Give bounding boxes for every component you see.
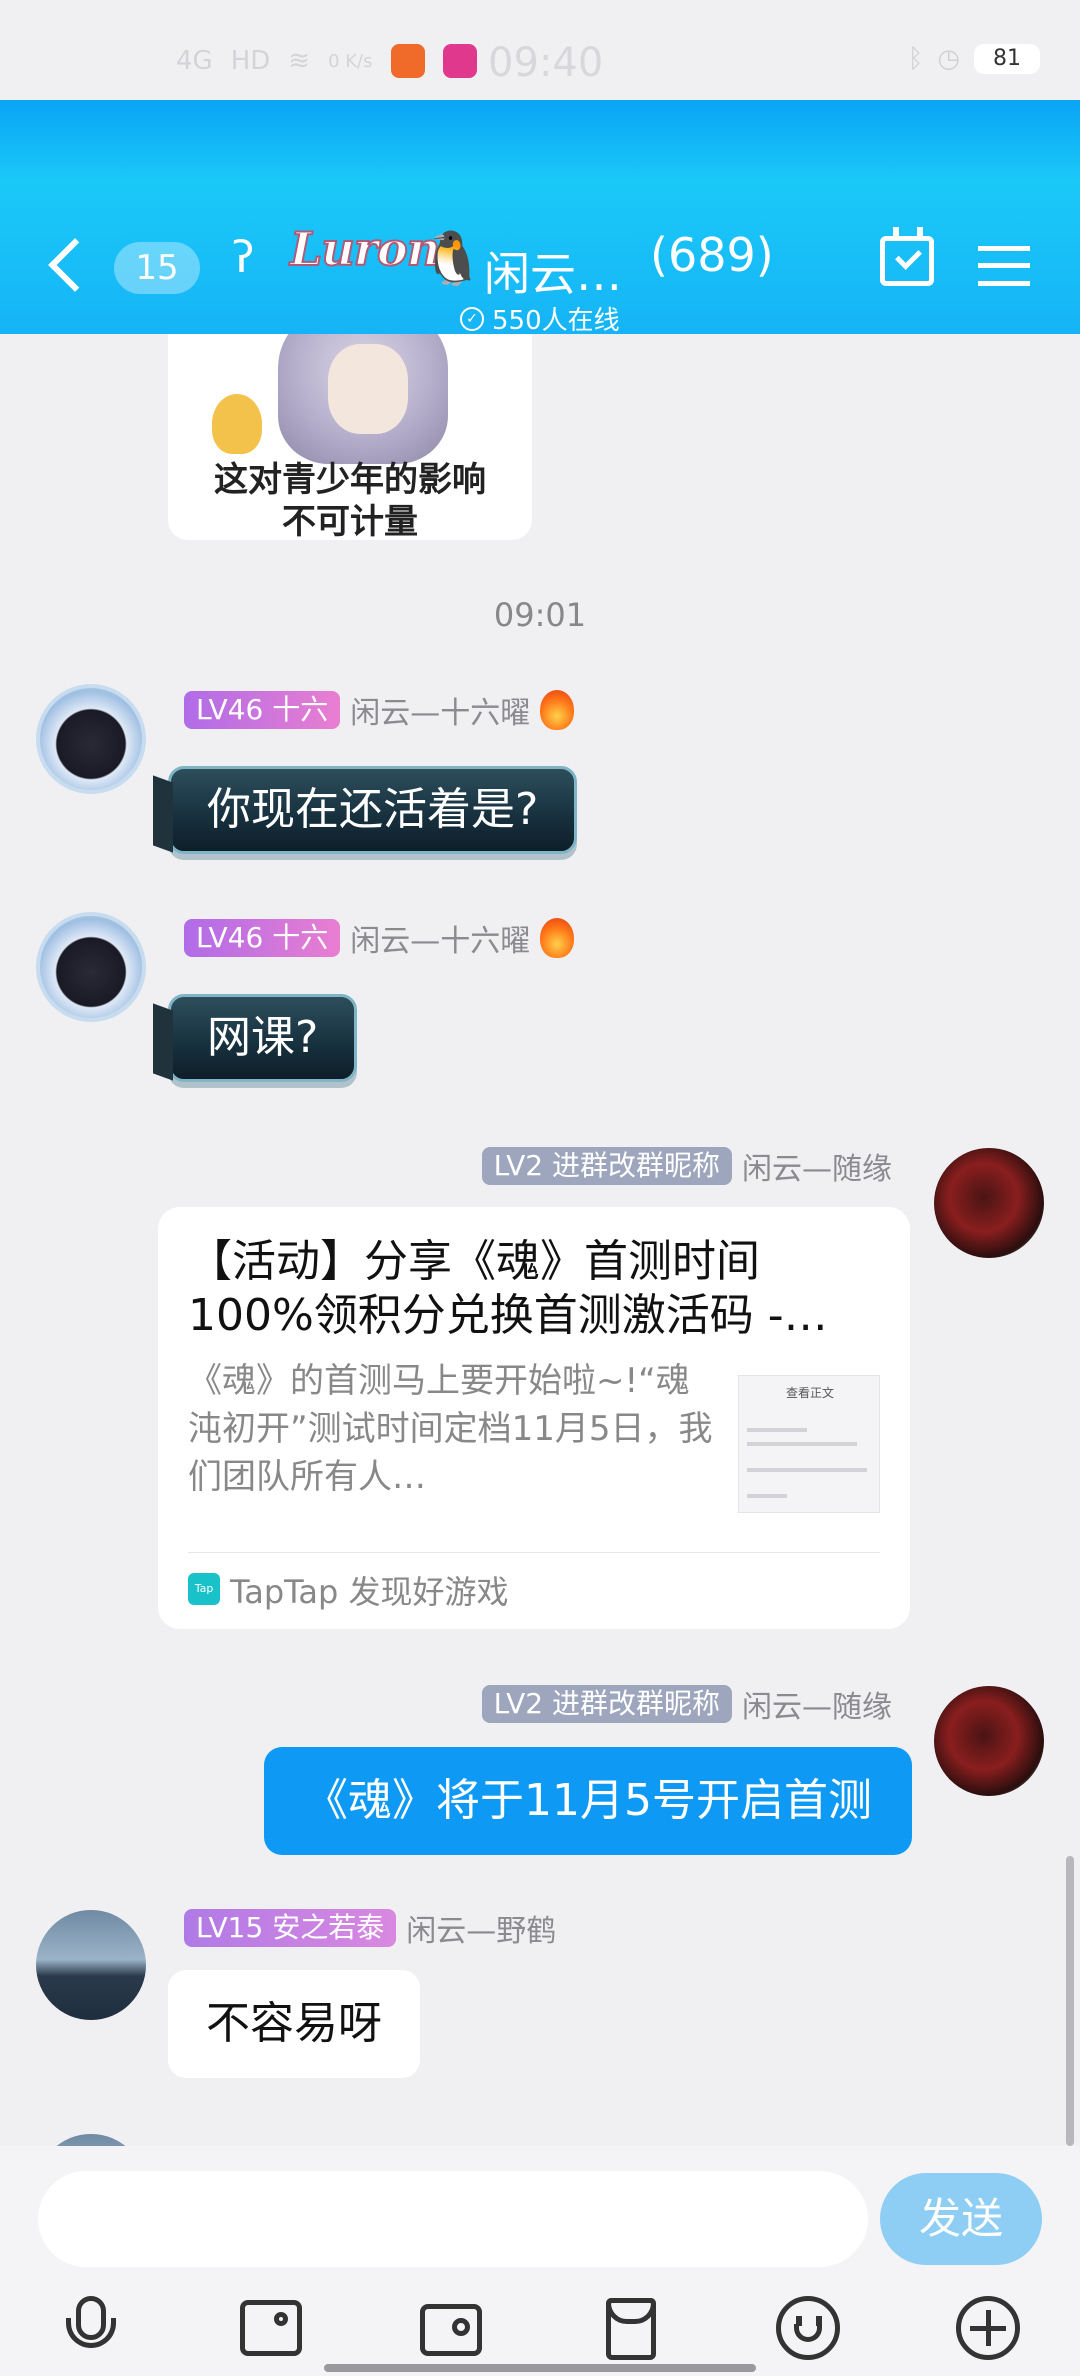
level-tag: LV15 安之若泰 <box>184 1909 397 1947</box>
bluetooth-icon: ᛒ <box>907 44 924 74</box>
app-notification-icon-2 <box>442 44 477 78</box>
input-toolbar <box>0 2296 1080 2366</box>
avatar[interactable] <box>934 1686 1044 1796</box>
wifi-icon: ≋ <box>288 46 311 76</box>
status-time: 09:40 <box>488 40 604 86</box>
battery-indicator: 81 <box>974 44 1040 74</box>
sender-nickname[interactable]: 闲云—随缘 <box>742 1682 892 1726</box>
thumbnail-line <box>747 1428 807 1432</box>
fire-icon <box>540 918 575 958</box>
sticker-fire <box>212 394 262 454</box>
sticker-caption-2: 不可计量 <box>282 502 418 540</box>
message-timestamp: 09:01 <box>493 596 587 634</box>
sticker-face <box>328 344 408 434</box>
red-packet-icon[interactable] <box>598 2296 664 2362</box>
level-tag: LV46 十六 <box>184 919 341 957</box>
chat-header: 15 ʔ Luron 🐧 闲云… (689) ✓ 550人在线 <box>0 100 1080 337</box>
sender-nickname[interactable]: 闲云—十六曜 <box>350 688 530 732</box>
camera-icon[interactable] <box>418 2296 484 2362</box>
avatar[interactable] <box>36 912 146 1022</box>
message-bubble[interactable]: 不容易呀 <box>168 1970 420 2078</box>
share-card-source: TapTap 发现好游戏 <box>230 1573 509 1611</box>
avatar[interactable] <box>36 2134 146 2146</box>
unread-badge[interactable]: 15 <box>114 242 200 294</box>
thumbnail-title: 查看正文 <box>785 1386 834 1400</box>
sender-nickname[interactable]: 闲云—随缘 <box>742 1144 892 1188</box>
share-card[interactable]: 【活动】分享《魂》首测时间100%领积分兑换首测激活码 -… 《魂》的首测马上要… <box>158 1207 910 1629</box>
share-card-title: 【活动】分享《魂》首测时间100%领积分兑换首测激活码 -… <box>188 1236 828 1341</box>
menu-icon[interactable] <box>978 246 1030 286</box>
thumbnail-line <box>747 1494 787 1498</box>
avatar[interactable] <box>36 684 146 794</box>
thumbnail-line <box>747 1468 867 1472</box>
sticker-image[interactable]: 这对青少年的影响 不可计量 <box>168 334 532 540</box>
status-bar: 4G HD ≋ 0 K/s 09:40 ᛒ ◷ 81 <box>0 0 1080 100</box>
sender-nickname[interactable]: 闲云—十六曜 <box>350 916 530 960</box>
avatar[interactable] <box>934 1148 1044 1258</box>
online-check-icon: ✓ <box>460 306 484 331</box>
image-icon[interactable] <box>238 2296 304 2362</box>
group-name[interactable]: 闲云… <box>484 238 622 304</box>
status-left: 4G HD ≋ 0 K/s <box>176 44 477 78</box>
avatar[interactable] <box>36 1910 146 2020</box>
message-bubble[interactable]: 你现在还活着是? <box>168 766 578 854</box>
microphone-icon[interactable] <box>58 2296 124 2362</box>
thumbnail-line <box>747 1442 857 1446</box>
taptap-icon: Tap <box>188 1573 220 1605</box>
app-notification-icon <box>390 44 425 78</box>
share-card-thumbnail: 查看正文 <box>738 1375 880 1513</box>
status-right: ᛒ ◷ 81 <box>908 44 1040 74</box>
send-button[interactable]: 发送 <box>880 2173 1042 2265</box>
sender-row: LV46 十六 闲云—十六曜 <box>184 688 575 732</box>
sender-nickname[interactable]: 闲云—野鹤 <box>406 1906 556 1950</box>
message-input[interactable] <box>38 2171 868 2267</box>
sender-row: LV2 进群改群昵称 闲云—随缘 <box>481 1144 892 1188</box>
online-text: 550人在线 <box>492 306 620 336</box>
data-rate: 0 K/s <box>328 50 373 72</box>
hd-indicator: HD <box>230 46 271 76</box>
alarm-icon: ◷ <box>937 44 960 74</box>
member-count[interactable]: (689) <box>650 228 774 282</box>
fire-icon <box>540 690 575 730</box>
message-bubble[interactable]: 《魂》将于11月5号开启首测 <box>264 1747 912 1855</box>
ear-icon[interactable]: ʔ <box>232 232 254 283</box>
input-bar: 发送 <box>0 2146 1080 2376</box>
emoji-icon[interactable] <box>776 2296 842 2362</box>
sender-row: LV15 安之若泰 闲云—野鹤 <box>184 1906 556 1950</box>
back-icon[interactable] <box>48 238 102 292</box>
share-card-description: 《魂》的首测马上要开始啦~!“魂沌初开”测试时间定档11月5日，我们团队所有人… <box>188 1361 713 1497</box>
chat-scrollbar[interactable] <box>1066 1856 1074 2146</box>
home-indicator[interactable] <box>324 2364 756 2372</box>
chat-area[interactable]: 这对青少年的影响 不可计量 09:01 LV46 十六 闲云—十六曜 你现在还活… <box>0 334 1080 2146</box>
sender-row: LV2 进群改群昵称 闲云—随缘 <box>481 1682 892 1726</box>
plus-icon[interactable] <box>956 2296 1022 2362</box>
calendar-check-icon[interactable] <box>880 227 934 286</box>
sender-row: LV46 十六 闲云—十六曜 <box>184 916 575 960</box>
level-tag: LV46 十六 <box>184 691 341 729</box>
message-bubble[interactable]: 网课? <box>168 994 358 1082</box>
network-indicator: 4G <box>176 46 213 76</box>
share-card-divider <box>188 1552 880 1553</box>
level-tag: LV2 进群改群昵称 <box>481 1147 732 1185</box>
luron-logo: Luron <box>289 221 441 277</box>
online-status: ✓ 550人在线 <box>460 300 620 337</box>
penguin-icon: 🐧 <box>420 229 485 289</box>
level-tag: LV2 进群改群昵称 <box>481 1685 732 1723</box>
